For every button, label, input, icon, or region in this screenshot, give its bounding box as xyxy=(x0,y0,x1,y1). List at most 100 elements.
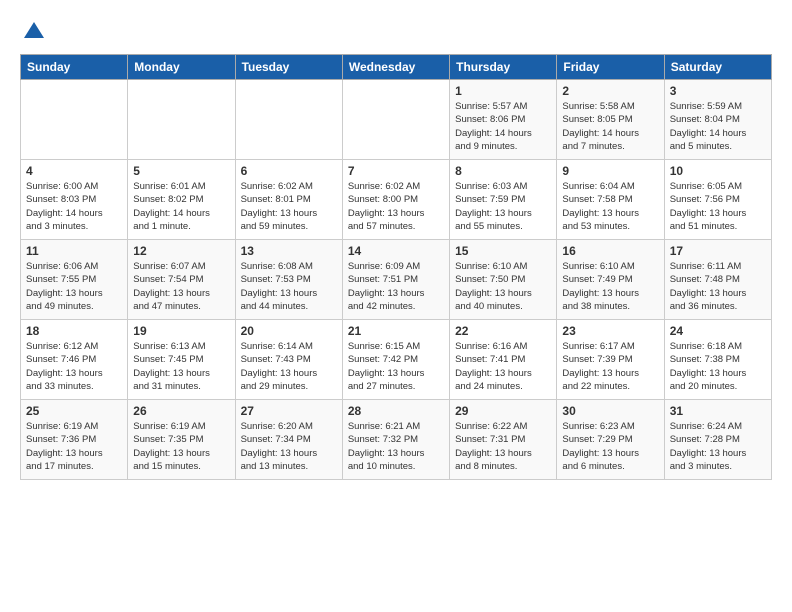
day-number: 13 xyxy=(241,244,337,258)
day-header-tuesday: Tuesday xyxy=(235,55,342,80)
day-info: Sunrise: 6:16 AM Sunset: 7:41 PM Dayligh… xyxy=(455,340,551,393)
day-cell: 1Sunrise: 5:57 AM Sunset: 8:06 PM Daylig… xyxy=(450,80,557,160)
day-cell: 7Sunrise: 6:02 AM Sunset: 8:00 PM Daylig… xyxy=(342,160,449,240)
day-cell: 31 Sunrise: 6:24 AM Sunset: 7:28 PM Dayli… xyxy=(664,400,771,480)
day-number: 2 xyxy=(562,84,658,98)
day-info: Sunrise: 6:00 AM Sunset: 8:03 PM Dayligh… xyxy=(26,180,122,233)
day-number: 19 xyxy=(133,324,229,338)
day-number: 11 xyxy=(26,244,122,258)
day-cell: 29 Sunrise: 6:22 AM Sunset: 7:31 PM Dayli… xyxy=(450,400,557,480)
day-cell xyxy=(235,80,342,160)
day-cell: 30 Sunrise: 6:23 AM Sunset: 7:29 PM Dayli… xyxy=(557,400,664,480)
week-row-4: 18 Sunrise: 6:12 AM Sunset: 7:46 PM Dayli… xyxy=(21,320,772,400)
day-number: 10 xyxy=(670,164,766,178)
day-number: 5 xyxy=(133,164,229,178)
day-cell: 28 Sunrise: 6:21 AM Sunset: 7:32 PM Dayli… xyxy=(342,400,449,480)
day-number: 8 xyxy=(455,164,551,178)
day-cell: 15 Sunrise: 6:10 AM Sunset: 7:50 PM Dayli… xyxy=(450,240,557,320)
day-cell: 23 Sunrise: 6:17 AM Sunset: 7:39 PM Dayli… xyxy=(557,320,664,400)
day-cell xyxy=(342,80,449,160)
day-info: Sunrise: 6:07 AM Sunset: 7:54 PM Dayligh… xyxy=(133,260,229,313)
page-header xyxy=(20,20,772,44)
day-cell: 5Sunrise: 6:01 AM Sunset: 8:02 PM Daylig… xyxy=(128,160,235,240)
day-number: 28 xyxy=(348,404,444,418)
day-header-wednesday: Wednesday xyxy=(342,55,449,80)
day-info: Sunrise: 6:06 AM Sunset: 7:55 PM Dayligh… xyxy=(26,260,122,313)
day-info: Sunrise: 6:19 AM Sunset: 7:35 PM Dayligh… xyxy=(133,420,229,473)
day-cell: 25Sunrise: 6:19 AM Sunset: 7:36 PM Dayli… xyxy=(21,400,128,480)
day-cell: 17Sunrise: 6:11 AM Sunset: 7:48 PM Dayli… xyxy=(664,240,771,320)
day-header-monday: Monday xyxy=(128,55,235,80)
week-row-5: 25Sunrise: 6:19 AM Sunset: 7:36 PM Dayli… xyxy=(21,400,772,480)
day-info: Sunrise: 6:17 AM Sunset: 7:39 PM Dayligh… xyxy=(562,340,658,393)
day-number: 31 xyxy=(670,404,766,418)
logo-icon xyxy=(22,20,46,44)
day-cell: 11 Sunrise: 6:06 AM Sunset: 7:55 PM Dayli… xyxy=(21,240,128,320)
day-info: Sunrise: 6:12 AM Sunset: 7:46 PM Dayligh… xyxy=(26,340,122,393)
day-info: Sunrise: 6:22 AM Sunset: 7:31 PM Dayligh… xyxy=(455,420,551,473)
header-row: SundayMondayTuesdayWednesdayThursdayFrid… xyxy=(21,55,772,80)
day-header-saturday: Saturday xyxy=(664,55,771,80)
day-header-friday: Friday xyxy=(557,55,664,80)
day-cell: 13 Sunrise: 6:08 AM Sunset: 7:53 PM Dayli… xyxy=(235,240,342,320)
day-cell: 18 Sunrise: 6:12 AM Sunset: 7:46 PM Dayli… xyxy=(21,320,128,400)
day-number: 1 xyxy=(455,84,551,98)
day-number: 25 xyxy=(26,404,122,418)
day-number: 20 xyxy=(241,324,337,338)
day-number: 18 xyxy=(26,324,122,338)
day-number: 6 xyxy=(241,164,337,178)
day-info: Sunrise: 6:13 AM Sunset: 7:45 PM Dayligh… xyxy=(133,340,229,393)
calendar-table: SundayMondayTuesdayWednesdayThursdayFrid… xyxy=(20,54,772,480)
day-cell: 27Sunrise: 6:20 AM Sunset: 7:34 PM Dayli… xyxy=(235,400,342,480)
day-cell: 14 Sunrise: 6:09 AM Sunset: 7:51 PM Dayli… xyxy=(342,240,449,320)
day-info: Sunrise: 6:21 AM Sunset: 7:32 PM Dayligh… xyxy=(348,420,444,473)
day-info: Sunrise: 6:08 AM Sunset: 7:53 PM Dayligh… xyxy=(241,260,337,313)
day-cell: 21 Sunrise: 6:15 AM Sunset: 7:42 PM Dayli… xyxy=(342,320,449,400)
week-row-1: 1Sunrise: 5:57 AM Sunset: 8:06 PM Daylig… xyxy=(21,80,772,160)
day-header-thursday: Thursday xyxy=(450,55,557,80)
week-row-2: 4 Sunrise: 6:00 AM Sunset: 8:03 PM Daylig… xyxy=(21,160,772,240)
week-row-3: 11 Sunrise: 6:06 AM Sunset: 7:55 PM Dayli… xyxy=(21,240,772,320)
day-number: 14 xyxy=(348,244,444,258)
day-info: Sunrise: 6:10 AM Sunset: 7:49 PM Dayligh… xyxy=(562,260,658,313)
day-cell: 19 Sunrise: 6:13 AM Sunset: 7:45 PM Dayli… xyxy=(128,320,235,400)
day-info: Sunrise: 6:14 AM Sunset: 7:43 PM Dayligh… xyxy=(241,340,337,393)
day-info: Sunrise: 6:10 AM Sunset: 7:50 PM Dayligh… xyxy=(455,260,551,313)
day-number: 16 xyxy=(562,244,658,258)
logo xyxy=(20,20,46,44)
day-cell: 12 Sunrise: 6:07 AM Sunset: 7:54 PM Dayli… xyxy=(128,240,235,320)
day-cell: 20 Sunrise: 6:14 AM Sunset: 7:43 PM Dayli… xyxy=(235,320,342,400)
day-cell: 9Sunrise: 6:04 AM Sunset: 7:58 PM Daylig… xyxy=(557,160,664,240)
day-cell: 22 Sunrise: 6:16 AM Sunset: 7:41 PM Dayli… xyxy=(450,320,557,400)
day-number: 4 xyxy=(26,164,122,178)
day-info: Sunrise: 6:15 AM Sunset: 7:42 PM Dayligh… xyxy=(348,340,444,393)
day-info: Sunrise: 6:02 AM Sunset: 8:01 PM Dayligh… xyxy=(241,180,337,233)
day-number: 29 xyxy=(455,404,551,418)
day-info: Sunrise: 6:09 AM Sunset: 7:51 PM Dayligh… xyxy=(348,260,444,313)
day-info: Sunrise: 5:58 AM Sunset: 8:05 PM Dayligh… xyxy=(562,100,658,153)
day-number: 26 xyxy=(133,404,229,418)
day-number: 23 xyxy=(562,324,658,338)
day-cell: 26 Sunrise: 6:19 AM Sunset: 7:35 PM Dayli… xyxy=(128,400,235,480)
day-info: Sunrise: 6:03 AM Sunset: 7:59 PM Dayligh… xyxy=(455,180,551,233)
day-number: 22 xyxy=(455,324,551,338)
day-number: 3 xyxy=(670,84,766,98)
day-number: 24 xyxy=(670,324,766,338)
day-info: Sunrise: 6:11 AM Sunset: 7:48 PM Dayligh… xyxy=(670,260,766,313)
day-cell: 8 Sunrise: 6:03 AM Sunset: 7:59 PM Daylig… xyxy=(450,160,557,240)
day-cell: 4 Sunrise: 6:00 AM Sunset: 8:03 PM Daylig… xyxy=(21,160,128,240)
day-cell: 10Sunrise: 6:05 AM Sunset: 7:56 PM Dayli… xyxy=(664,160,771,240)
day-number: 12 xyxy=(133,244,229,258)
day-info: Sunrise: 6:23 AM Sunset: 7:29 PM Dayligh… xyxy=(562,420,658,473)
day-cell: 16 Sunrise: 6:10 AM Sunset: 7:49 PM Dayli… xyxy=(557,240,664,320)
day-info: Sunrise: 6:20 AM Sunset: 7:34 PM Dayligh… xyxy=(241,420,337,473)
day-info: Sunrise: 6:24 AM Sunset: 7:28 PM Dayligh… xyxy=(670,420,766,473)
day-info: Sunrise: 5:59 AM Sunset: 8:04 PM Dayligh… xyxy=(670,100,766,153)
day-number: 15 xyxy=(455,244,551,258)
day-cell xyxy=(21,80,128,160)
day-info: Sunrise: 6:02 AM Sunset: 8:00 PM Dayligh… xyxy=(348,180,444,233)
day-cell: 2 Sunrise: 5:58 AM Sunset: 8:05 PM Daylig… xyxy=(557,80,664,160)
day-number: 21 xyxy=(348,324,444,338)
day-number: 9 xyxy=(562,164,658,178)
day-number: 30 xyxy=(562,404,658,418)
